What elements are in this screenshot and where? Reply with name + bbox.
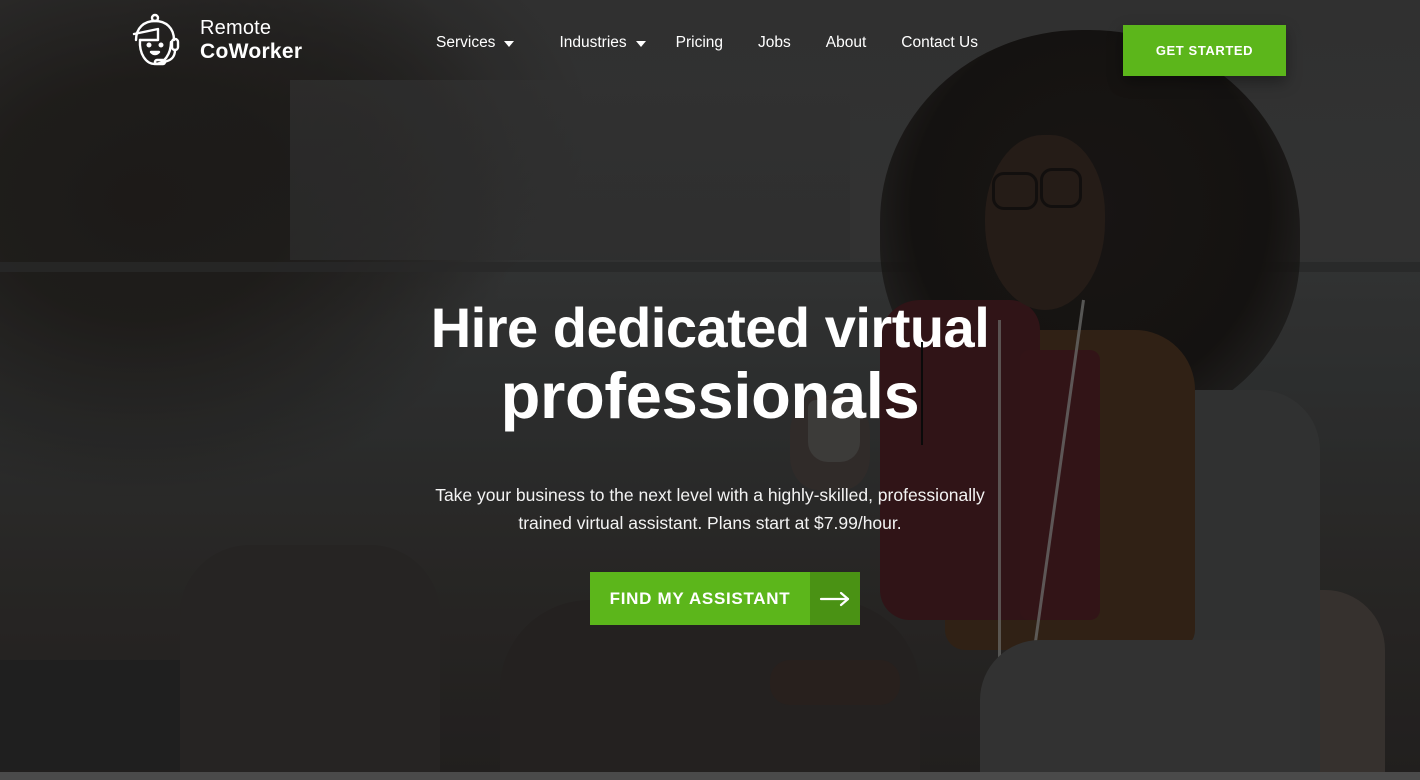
nav-item-about[interactable]: About bbox=[826, 34, 867, 52]
hero-headline-line1: Hire dedicated virtual bbox=[430, 296, 990, 359]
brand-name-line1: Remote bbox=[200, 17, 272, 40]
nav-item-label: Industries bbox=[559, 34, 627, 51]
nav-item-label: Pricing bbox=[675, 34, 724, 51]
headset-avatar-icon bbox=[128, 12, 182, 70]
nav-item-label: About bbox=[825, 34, 867, 51]
caret-down-icon bbox=[635, 41, 646, 47]
nav-item-label: Services bbox=[436, 34, 496, 51]
typing-cursor bbox=[921, 342, 923, 445]
hero-subtext-line2: trained virtual assistant. Plans start a… bbox=[518, 513, 902, 533]
find-my-assistant-label: FIND MY ASSISTANT bbox=[590, 572, 810, 625]
hero-headline: Hire dedicated virtual professionals bbox=[0, 296, 1420, 432]
nav-item-pricing[interactable]: Pricing bbox=[676, 34, 723, 52]
hero-subtext-line1: Take your business to the next level wit… bbox=[435, 485, 985, 505]
get-started-button[interactable]: GET STARTED bbox=[1123, 25, 1286, 76]
brand-logo[interactable]: Remote CoWorker bbox=[128, 12, 302, 70]
find-my-assistant-button[interactable]: FIND MY ASSISTANT bbox=[590, 572, 860, 625]
nav-item-label: Jobs bbox=[758, 34, 791, 51]
arrow-right-icon bbox=[810, 572, 860, 625]
nav-item-label: Contact Us bbox=[901, 34, 978, 51]
nav-item-industries[interactable]: Industries bbox=[559, 34, 646, 52]
nav-item-contact-us[interactable]: Contact Us bbox=[901, 34, 978, 52]
main-nav: Services Industries Pricing Jobs About C… bbox=[436, 32, 978, 54]
brand-name-line2: CoWorker bbox=[200, 40, 303, 64]
site-header: Remote CoWorker Services Industries Pric… bbox=[0, 0, 1420, 90]
nav-item-services[interactable]: Services bbox=[436, 34, 515, 52]
section-divider bbox=[0, 772, 1420, 780]
hero-headline-line2: professionals bbox=[500, 359, 920, 432]
nav-item-jobs[interactable]: Jobs bbox=[758, 34, 791, 52]
hero-subtext: Take your business to the next level wit… bbox=[0, 481, 1420, 537]
caret-down-icon bbox=[504, 41, 515, 47]
